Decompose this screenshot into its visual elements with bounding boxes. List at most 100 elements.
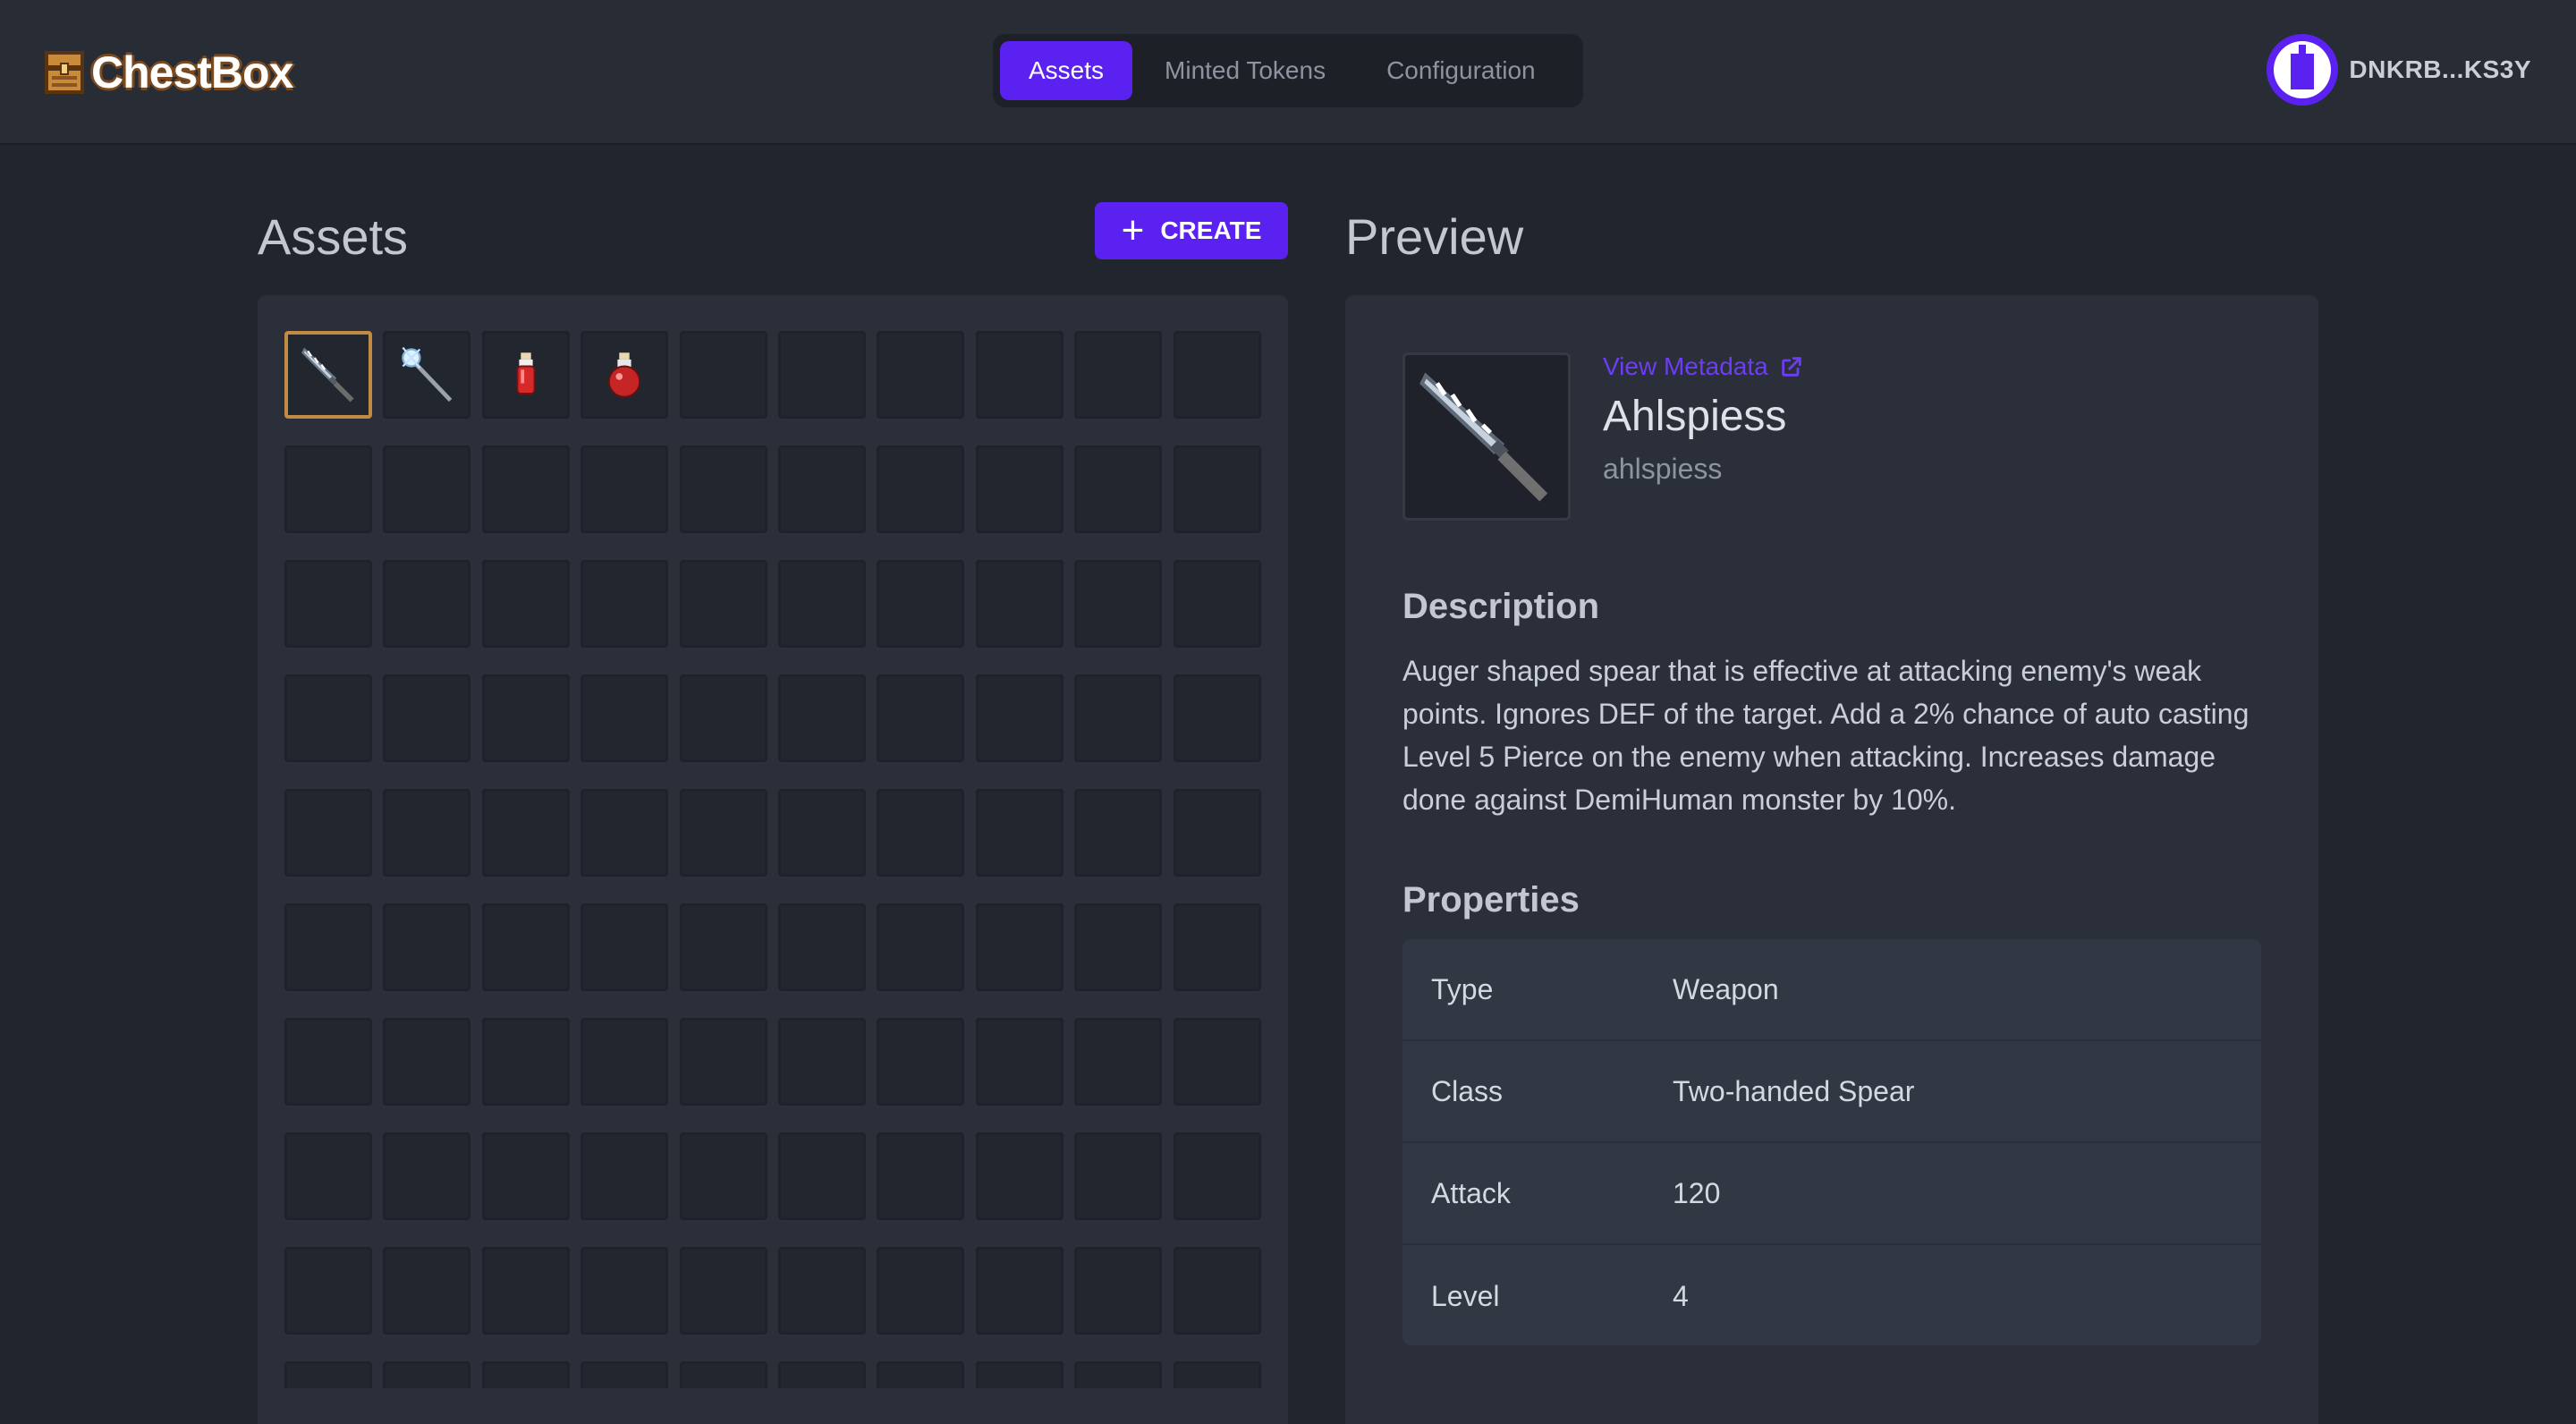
asset-slot-empty[interactable] — [481, 1361, 570, 1388]
asset-slot-empty[interactable] — [580, 445, 669, 533]
asset-slot-empty[interactable] — [679, 560, 767, 648]
asset-slot-empty[interactable] — [975, 903, 1063, 991]
asset-slot-empty[interactable] — [975, 1247, 1063, 1335]
asset-slot-empty[interactable] — [580, 1132, 669, 1220]
asset-slot-empty[interactable] — [383, 560, 471, 648]
asset-slot-empty[interactable] — [975, 331, 1063, 419]
app-logo[interactable]: ChestBox — [45, 47, 293, 98]
asset-slot-empty[interactable] — [383, 1247, 471, 1335]
asset-slot-empty[interactable] — [383, 1361, 471, 1388]
asset-slot-empty[interactable] — [383, 1018, 471, 1106]
asset-slot-empty[interactable] — [481, 903, 570, 991]
asset-slot-empty[interactable] — [284, 674, 372, 762]
asset-slot-empty[interactable] — [975, 560, 1063, 648]
create-button[interactable]: + CREATE — [1095, 202, 1288, 259]
asset-slot-empty[interactable] — [1074, 560, 1163, 648]
asset-slot-empty[interactable] — [877, 331, 965, 419]
asset-slot-empty[interactable] — [383, 903, 471, 991]
asset-slot-empty[interactable] — [383, 674, 471, 762]
asset-slot-empty[interactable] — [975, 1132, 1063, 1220]
asset-slot-empty[interactable] — [284, 1247, 372, 1335]
asset-slot-empty[interactable] — [481, 674, 570, 762]
asset-slot-empty[interactable] — [580, 1018, 669, 1106]
asset-slot-empty[interactable] — [580, 903, 669, 991]
asset-slot-empty[interactable] — [679, 1247, 767, 1335]
asset-slot-empty[interactable] — [1173, 560, 1261, 648]
asset-slot-round-potion[interactable] — [580, 331, 669, 419]
asset-slot-empty[interactable] — [877, 445, 965, 533]
asset-slot-empty[interactable] — [481, 1247, 570, 1335]
asset-slot-empty[interactable] — [1173, 789, 1261, 877]
asset-slot-empty[interactable] — [1173, 445, 1261, 533]
asset-slot-empty[interactable] — [679, 674, 767, 762]
asset-slot-empty[interactable] — [877, 1361, 965, 1388]
asset-slot-empty[interactable] — [383, 445, 471, 533]
asset-slot-empty[interactable] — [975, 1018, 1063, 1106]
asset-slot-empty[interactable] — [580, 1247, 669, 1335]
asset-slot-empty[interactable] — [1173, 903, 1261, 991]
asset-slot-empty[interactable] — [777, 1132, 866, 1220]
asset-slot-empty[interactable] — [1074, 1247, 1163, 1335]
wallet-button[interactable]: DNKRB...KS3Y — [2267, 34, 2531, 106]
asset-slot-empty[interactable] — [1074, 1361, 1163, 1388]
asset-slot-empty[interactable] — [481, 789, 570, 877]
asset-slot-empty[interactable] — [481, 1018, 570, 1106]
asset-slot-red-potion[interactable] — [481, 331, 570, 419]
asset-slot-empty[interactable] — [1074, 789, 1163, 877]
asset-slot-empty[interactable] — [877, 789, 965, 877]
asset-slot-empty[interactable] — [975, 789, 1063, 877]
asset-slot-empty[interactable] — [284, 445, 372, 533]
asset-slot-empty[interactable] — [777, 674, 866, 762]
asset-slot-empty[interactable] — [1173, 1361, 1261, 1388]
asset-slot-empty[interactable] — [481, 1132, 570, 1220]
asset-slot-empty[interactable] — [284, 903, 372, 991]
asset-slot-empty[interactable] — [580, 674, 669, 762]
asset-slot-empty[interactable] — [877, 1018, 965, 1106]
asset-slot-staff[interactable] — [383, 331, 471, 419]
asset-slot-empty[interactable] — [580, 560, 669, 648]
asset-slot-empty[interactable] — [877, 560, 965, 648]
asset-slot-empty[interactable] — [777, 560, 866, 648]
asset-slot-empty[interactable] — [877, 674, 965, 762]
asset-slot-empty[interactable] — [877, 1132, 965, 1220]
asset-slot-empty[interactable] — [975, 445, 1063, 533]
asset-slot-empty[interactable] — [877, 903, 965, 991]
asset-slot-empty[interactable] — [1074, 445, 1163, 533]
asset-slot-empty[interactable] — [777, 331, 866, 419]
asset-slot-ahlspiess[interactable] — [284, 331, 372, 419]
asset-slot-empty[interactable] — [1074, 1132, 1163, 1220]
asset-slot-empty[interactable] — [1173, 1018, 1261, 1106]
asset-slot-empty[interactable] — [777, 1361, 866, 1388]
asset-slot-empty[interactable] — [1173, 331, 1261, 419]
asset-slot-empty[interactable] — [975, 1361, 1063, 1388]
asset-slot-empty[interactable] — [1074, 1018, 1163, 1106]
view-metadata-link[interactable]: View Metadata — [1603, 352, 1804, 381]
asset-slot-empty[interactable] — [679, 1361, 767, 1388]
asset-slot-empty[interactable] — [679, 331, 767, 419]
asset-slot-empty[interactable] — [580, 1361, 669, 1388]
asset-slot-empty[interactable] — [284, 789, 372, 877]
asset-slot-empty[interactable] — [777, 1247, 866, 1335]
asset-slot-empty[interactable] — [1074, 903, 1163, 991]
tab-configuration[interactable]: Configuration — [1358, 41, 1564, 100]
asset-slot-empty[interactable] — [580, 789, 669, 877]
asset-slot-empty[interactable] — [284, 560, 372, 648]
asset-slot-empty[interactable] — [284, 1018, 372, 1106]
asset-slot-empty[interactable] — [1173, 1132, 1261, 1220]
asset-slot-empty[interactable] — [1173, 1247, 1261, 1335]
asset-slot-empty[interactable] — [679, 1018, 767, 1106]
asset-slot-empty[interactable] — [1074, 331, 1163, 419]
asset-slot-empty[interactable] — [679, 445, 767, 533]
asset-slot-empty[interactable] — [481, 445, 570, 533]
asset-slot-empty[interactable] — [777, 789, 866, 877]
asset-slot-empty[interactable] — [777, 903, 866, 991]
asset-slot-empty[interactable] — [1074, 674, 1163, 762]
asset-slot-empty[interactable] — [383, 789, 471, 877]
asset-slot-empty[interactable] — [383, 1132, 471, 1220]
asset-slot-empty[interactable] — [679, 1132, 767, 1220]
asset-slot-empty[interactable] — [777, 1018, 866, 1106]
tab-minted-tokens[interactable]: Minted Tokens — [1136, 41, 1354, 100]
asset-slot-empty[interactable] — [877, 1247, 965, 1335]
asset-slot-empty[interactable] — [679, 789, 767, 877]
asset-slot-empty[interactable] — [284, 1132, 372, 1220]
